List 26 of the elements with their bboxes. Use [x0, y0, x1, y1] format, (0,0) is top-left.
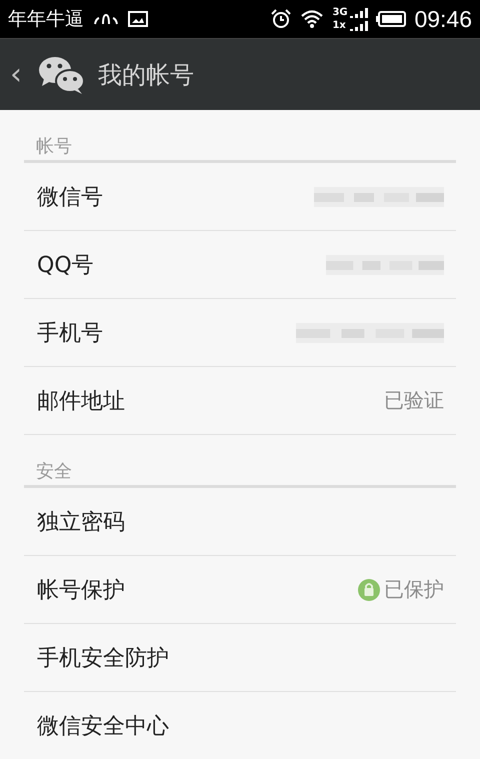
alarm-clock-icon — [270, 8, 292, 30]
row-value: 已保护 — [384, 576, 444, 603]
lock-icon — [358, 578, 380, 600]
back-button[interactable]: ‹ — [6, 60, 26, 90]
settings-row[interactable]: 邮件地址 已验证 — [24, 367, 456, 434]
image-icon — [128, 11, 148, 27]
network-type: 1x — [332, 20, 347, 30]
carrier-name: 年年牛逼 — [8, 7, 84, 32]
settings-row[interactable]: 帐号保护 已保护 — [24, 556, 456, 623]
network-type: 3G — [332, 8, 348, 18]
settings-row[interactable]: 微信安全中心 — [24, 692, 456, 759]
clock-time: 09:46 — [414, 6, 472, 32]
chat-bubbles-icon — [38, 54, 86, 94]
wifi-icon — [300, 9, 324, 29]
signal-bars-icon — [350, 20, 368, 30]
settings-row[interactable]: 独立密码 — [24, 488, 456, 555]
settings-row[interactable]: 手机号 — [24, 299, 456, 366]
signal-waves-icon — [92, 12, 120, 26]
signal-bars-icon — [350, 8, 368, 18]
settings-row[interactable]: QQ号 — [24, 231, 456, 298]
settings-row[interactable]: 手机安全防护 — [24, 624, 456, 691]
page-title: 我的帐号 — [98, 60, 194, 90]
settings-row[interactable]: 微信号 — [24, 163, 456, 230]
section-header: 安全 — [36, 460, 72, 483]
section-header: 帐号 — [36, 135, 72, 158]
battery-icon — [376, 11, 406, 27]
